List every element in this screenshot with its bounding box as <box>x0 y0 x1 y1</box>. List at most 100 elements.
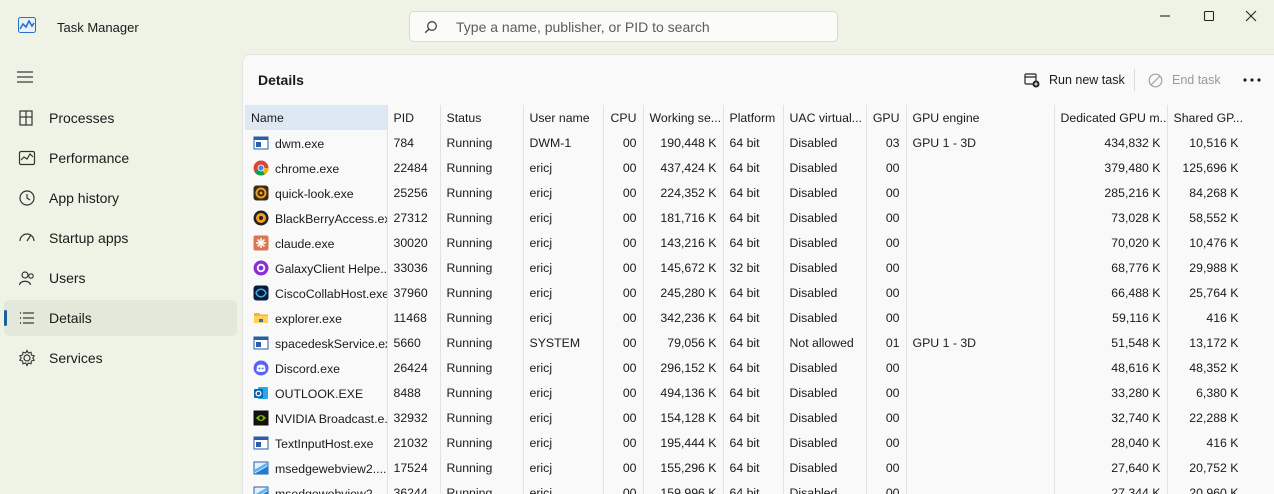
sidebar: Processes Performance App history Startu… <box>0 54 242 494</box>
process-name-cell: Discord.exe <box>245 355 388 380</box>
hamburger-menu-icon[interactable] <box>17 71 33 83</box>
table-row[interactable]: explorer.exe 11468 Running ericj 00 342,236 K… <box>245 305 1246 330</box>
process-name-cell: explorer.exe <box>245 305 388 330</box>
cisco-icon <box>253 285 269 301</box>
process-name-cell: chrome.exe <box>245 155 388 180</box>
process-name-cell: GalaxyClient Helpe... <box>245 255 388 280</box>
sidebar-item-processes[interactable]: Processes <box>4 100 237 136</box>
table-cell: 27,640 K <box>1054 455 1168 480</box>
performance-icon <box>18 150 36 166</box>
more-options-icon[interactable] <box>1241 69 1263 91</box>
table-cell: 159,996 K <box>643 480 724 494</box>
table-row[interactable]: msedgewebview2.... 36244 Running ericj 00 159… <box>245 480 1246 494</box>
table-cell: 32 bit <box>723 255 784 280</box>
vertical-scrollbar[interactable] <box>1244 105 1274 494</box>
table-row[interactable]: quick-look.exe 25256 Running ericj 00 224,352… <box>245 180 1246 205</box>
table-cell: 437,424 K <box>643 155 724 180</box>
table-cell: 5660 <box>387 330 441 355</box>
sidebar-item-users[interactable]: Users <box>4 260 237 296</box>
end-task-label: End task <box>1172 73 1221 87</box>
table-cell: 00 <box>603 405 644 430</box>
column-header-user-name[interactable]: User name <box>523 105 604 130</box>
column-header-gpu-engine[interactable]: GPU engine <box>906 105 1055 130</box>
sidebar-item-label: App history <box>49 190 120 206</box>
maximize-button[interactable] <box>1186 0 1232 32</box>
table-row[interactable]: TextInputHost.exe 21032 Running ericj 00 195,… <box>245 430 1246 455</box>
table-cell: 58,552 K <box>1167 205 1246 230</box>
table-cell: ericj <box>523 155 604 180</box>
process-name: explorer.exe <box>275 311 342 326</box>
table-cell <box>906 280 1055 305</box>
table-cell: 20,960 K <box>1167 480 1246 494</box>
table-cell: 11468 <box>387 305 441 330</box>
table-cell: Running <box>440 355 524 380</box>
close-button[interactable] <box>1228 0 1274 32</box>
table-cell: 00 <box>603 255 644 280</box>
end-task-icon <box>1148 73 1163 87</box>
table-cell: 416 K <box>1167 430 1246 455</box>
table-row[interactable]: chrome.exe 22484 Running ericj 00 437,424 K 64… <box>245 155 1246 180</box>
run-new-task-button[interactable]: Run new task <box>1024 68 1125 92</box>
column-header-platform[interactable]: Platform <box>723 105 784 130</box>
table-cell <box>906 480 1055 494</box>
table-cell: 00 <box>866 430 907 455</box>
column-header-dedicated-gpu-memory[interactable]: Dedicated GPU m... <box>1054 105 1168 130</box>
search-box[interactable] <box>409 11 838 42</box>
title-bar: Task Manager <box>0 0 1274 54</box>
table-cell: ericj <box>523 180 604 205</box>
table-cell: ericj <box>523 255 604 280</box>
table-cell: Running <box>440 130 524 155</box>
table-cell: 00 <box>866 355 907 380</box>
table-row[interactable]: spacedeskService.exe 5660 Running SYSTEM 00 7… <box>245 330 1246 355</box>
column-header-cpu[interactable]: CPU <box>603 105 644 130</box>
dwm-icon <box>253 135 269 151</box>
table-cell: Running <box>440 280 524 305</box>
table-cell: 79,056 K <box>643 330 724 355</box>
table-cell: 03 <box>866 130 907 155</box>
sidebar-item-performance[interactable]: Performance <box>4 140 237 176</box>
table-row[interactable]: OUTLOOK.EXE 8488 Running ericj 00 494,136 K 64… <box>245 380 1246 405</box>
table-cell: 64 bit <box>723 480 784 494</box>
table-cell: 285,216 K <box>1054 180 1168 205</box>
table-cell: 00 <box>603 230 644 255</box>
table-row[interactable]: claude.exe 30020 Running ericj 00 143,216 K 64… <box>245 230 1246 255</box>
column-header-status[interactable]: Status <box>440 105 524 130</box>
column-header-uac-virtualization[interactable]: UAC virtual... <box>783 105 867 130</box>
column-header-pid[interactable]: PID <box>387 105 441 130</box>
table-row[interactable]: BlackBerryAccess.exe 27312 Running ericj 00 1… <box>245 205 1246 230</box>
sidebar-item-startup-apps[interactable]: Startup apps <box>4 220 237 256</box>
end-task-button[interactable]: End task <box>1148 68 1221 92</box>
table-cell: Running <box>440 380 524 405</box>
table-cell: Disabled <box>783 380 867 405</box>
outlook-icon <box>253 385 269 401</box>
sidebar-item-services[interactable]: Services <box>4 340 237 376</box>
table-header-row: Name PID Status User name CPU Working se… <box>245 105 1246 130</box>
table-row[interactable]: msedgewebview2.... 17524 Running ericj 00 155… <box>245 455 1246 480</box>
table-cell: Disabled <box>783 180 867 205</box>
column-header-name[interactable]: Name <box>245 105 388 130</box>
table-cell: 00 <box>603 205 644 230</box>
explorer-icon <box>253 310 269 326</box>
column-header-gpu[interactable]: GPU <box>866 105 907 130</box>
process-name: Discord.exe <box>275 361 340 376</box>
table-cell: 195,444 K <box>643 430 724 455</box>
minimize-icon <box>1160 15 1170 17</box>
table-cell: ericj <box>523 455 604 480</box>
page-title: Details <box>258 72 304 88</box>
table-row[interactable]: dwm.exe 784 Running DWM-1 00 190,448 K 64 bit D… <box>245 130 1246 155</box>
table-cell: 379,480 K <box>1054 155 1168 180</box>
table-cell: Running <box>440 205 524 230</box>
sidebar-item-details[interactable]: Details <box>4 300 237 336</box>
table-row[interactable]: CiscoCollabHost.exe 37960 Running ericj 00 24… <box>245 280 1246 305</box>
table-cell: DWM-1 <box>523 130 604 155</box>
search-input[interactable] <box>456 12 826 41</box>
table-row[interactable]: GalaxyClient Helpe... 33036 Running ericj 00… <box>245 255 1246 280</box>
column-header-shared-gpu-memory[interactable]: Shared GP... <box>1167 105 1246 130</box>
sidebar-item-app-history[interactable]: App history <box>4 180 237 216</box>
process-name-cell: msedgewebview2.... <box>245 480 388 494</box>
minimize-button[interactable] <box>1142 0 1188 32</box>
table-row[interactable]: Discord.exe 26424 Running ericj 00 296,152 K6… <box>245 355 1246 380</box>
column-header-working-set[interactable]: Working se... <box>643 105 724 130</box>
table-row[interactable]: NVIDIA Broadcast.e... 32932 Running ericj 00… <box>245 405 1246 430</box>
table-cell: 64 bit <box>723 330 784 355</box>
